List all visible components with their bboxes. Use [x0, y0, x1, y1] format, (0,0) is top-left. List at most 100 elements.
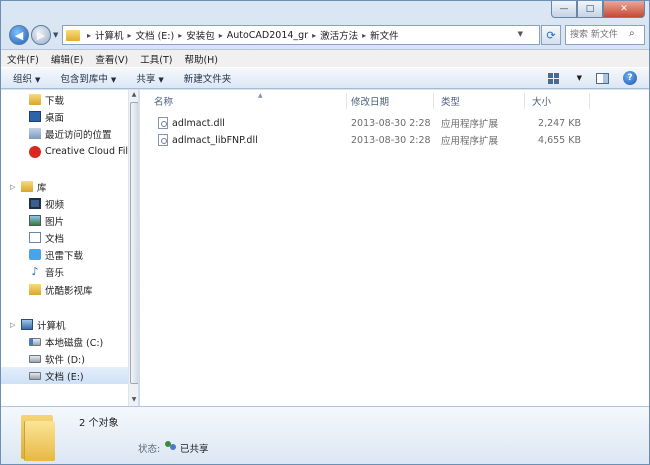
change-view-icon[interactable]	[547, 72, 560, 84]
nav-item-label: 最近访问的位置	[45, 129, 112, 141]
column-header-type[interactable]: 类型	[441, 92, 460, 110]
file-type: 应用程序扩展	[441, 136, 499, 147]
breadcrumb-separator[interactable]: ▸	[128, 31, 132, 40]
dropdown-arrow-icon: ▼	[35, 76, 41, 84]
breadcrumb-separator[interactable]: ▸	[178, 31, 182, 40]
file-name-text: adlmact.dll	[172, 117, 225, 129]
arrow-left-icon: ◀	[14, 28, 24, 42]
nav-item-drive-d[interactable]: 软件 (D:)	[29, 350, 85, 367]
nav-item-label: 音乐	[45, 267, 65, 279]
expand-computer-icon[interactable]: ▷	[10, 321, 15, 329]
recent-pages-dropdown[interactable]: ▼	[53, 31, 58, 39]
nav-item-youku[interactable]: 优酷影视库	[29, 281, 93, 298]
navigation-scrollbar[interactable]: ▲ ▼	[128, 90, 138, 406]
drive-c-icon	[29, 337, 41, 346]
search-icon[interactable]: ⌕	[629, 28, 635, 39]
preview-pane-icon[interactable]	[596, 72, 609, 84]
nav-item-libraries[interactable]: 库	[21, 178, 47, 195]
breadcrumb-new-files[interactable]: 新文件	[370, 28, 399, 42]
drive-e-icon	[29, 371, 41, 380]
file-date: 2013-08-30 2:28	[351, 134, 431, 146]
file-name-text: adlmact_libFNP.dll	[172, 134, 258, 146]
new-folder-button[interactable]: 新建文件夹	[184, 71, 232, 85]
nav-item-recent-places[interactable]: 最近访问的位置	[29, 125, 112, 142]
breadcrumb-separator[interactable]: ▸	[87, 31, 91, 40]
minimize-button[interactable]: —	[551, 1, 577, 18]
music-icon: ♪	[31, 265, 39, 278]
nav-item-documents[interactable]: 文档	[29, 229, 64, 246]
share-button[interactable]: 共享 ▼	[136, 71, 163, 85]
status-label: 状态:	[138, 444, 161, 455]
scrollbar-thumb[interactable]	[130, 102, 138, 384]
expand-library-icon[interactable]: ▷	[10, 183, 15, 191]
menu-edit[interactable]: 编辑(E)	[51, 52, 83, 66]
breadcrumb-activation[interactable]: 激活方法	[320, 28, 358, 42]
address-bar[interactable]: ▸ 计算机 ▸ 文档 (E:) ▸ 安装包 ▸ AutoCAD2014_gr ▸…	[62, 25, 540, 45]
include-in-library-button[interactable]: 包含到库中 ▼	[60, 71, 116, 85]
file-row[interactable]: adlmact.dll 2013-08-30 2:28 应用程序扩展 2,247…	[140, 115, 649, 131]
share-label: 共享	[136, 74, 156, 85]
drive-d-icon	[29, 354, 41, 363]
breadcrumb-installers[interactable]: 安装包	[186, 28, 215, 42]
nav-item-label: 下载	[45, 95, 65, 107]
column-header-date[interactable]: 修改日期	[351, 92, 389, 110]
breadcrumb-drive-e[interactable]: 文档 (E:)	[136, 28, 175, 42]
nav-item-music[interactable]: ♪ 音乐	[29, 263, 64, 280]
nav-item-label: Creative Cloud Files	[45, 146, 139, 157]
column-divider[interactable]	[524, 93, 525, 109]
arrow-right-icon: ▶	[36, 28, 46, 42]
maximize-button[interactable]: □	[577, 1, 603, 18]
videos-icon	[29, 198, 41, 209]
nav-item-drive-e[interactable]: 文档 (E:)	[1, 367, 128, 384]
scroll-up-icon[interactable]: ▲	[129, 90, 138, 100]
file-row[interactable]: adlmact_libFNP.dll 2013-08-30 2:28 应用程序扩…	[140, 132, 649, 148]
menu-view[interactable]: 查看(V)	[95, 52, 128, 66]
nav-item-creative-cloud[interactable]: Creative Cloud Files	[29, 143, 139, 160]
dll-file-icon	[158, 134, 168, 146]
column-divider[interactable]	[433, 93, 434, 109]
shared-users-icon	[165, 440, 177, 451]
nav-item-videos[interactable]: 视频	[29, 195, 64, 212]
nav-item-label: 图片	[45, 216, 65, 228]
nav-item-downloads[interactable]: 下载	[29, 91, 64, 108]
address-dropdown-icon[interactable]: ▼	[518, 30, 523, 38]
column-header-size[interactable]: 大小	[532, 92, 551, 110]
file-name: adlmact_libFNP.dll	[158, 132, 258, 148]
breadcrumb-separator[interactable]: ▸	[312, 31, 316, 40]
nav-item-label: 文档 (E:)	[45, 371, 84, 383]
column-divider[interactable]	[589, 93, 590, 109]
organize-label: 组织	[13, 74, 33, 85]
refresh-button[interactable]: ⟳	[541, 25, 561, 45]
nav-item-label: 优酷影视库	[45, 285, 93, 297]
nav-item-computer[interactable]: 计算机	[21, 316, 66, 333]
column-divider[interactable]	[346, 93, 347, 109]
nav-item-label: 库	[37, 182, 47, 194]
help-icon[interactable]: ?	[623, 71, 637, 85]
nav-item-pictures[interactable]: 图片	[29, 212, 64, 229]
breadcrumb-separator[interactable]: ▸	[362, 31, 366, 40]
nav-item-xunlei[interactable]: 迅雷下载	[29, 246, 83, 263]
forward-button[interactable]: ▶	[31, 25, 51, 45]
breadcrumb-computer[interactable]: 计算机	[95, 28, 124, 42]
scroll-down-icon[interactable]: ▼	[129, 395, 138, 405]
computer-icon	[21, 319, 33, 330]
organize-button[interactable]: 组织 ▼	[13, 71, 40, 85]
menu-help[interactable]: 帮助(H)	[184, 52, 218, 66]
close-button[interactable]: ✕	[603, 1, 645, 18]
library-icon	[21, 181, 33, 192]
file-date: 2013-08-30 2:28	[351, 117, 431, 129]
window-controls: — □ ✕	[551, 1, 645, 18]
nav-item-desktop[interactable]: 桌面	[29, 108, 64, 125]
menu-file[interactable]: 文件(F)	[7, 52, 39, 66]
details-pane: 2 个对象 状态: 已共享	[1, 406, 649, 464]
menu-tools[interactable]: 工具(T)	[140, 52, 172, 66]
column-header-name[interactable]: 名称 ▲	[154, 92, 263, 110]
pictures-icon	[29, 215, 41, 226]
youku-folder-icon	[29, 284, 41, 295]
nav-item-drive-c[interactable]: 本地磁盘 (C:)	[29, 333, 103, 350]
view-dropdown-icon[interactable]: ▼	[577, 74, 582, 82]
breadcrumb-autocad[interactable]: AutoCAD2014_gr	[227, 30, 308, 41]
desktop-icon	[29, 111, 41, 122]
back-button[interactable]: ◀	[9, 25, 29, 45]
breadcrumb-separator[interactable]: ▸	[219, 31, 223, 40]
